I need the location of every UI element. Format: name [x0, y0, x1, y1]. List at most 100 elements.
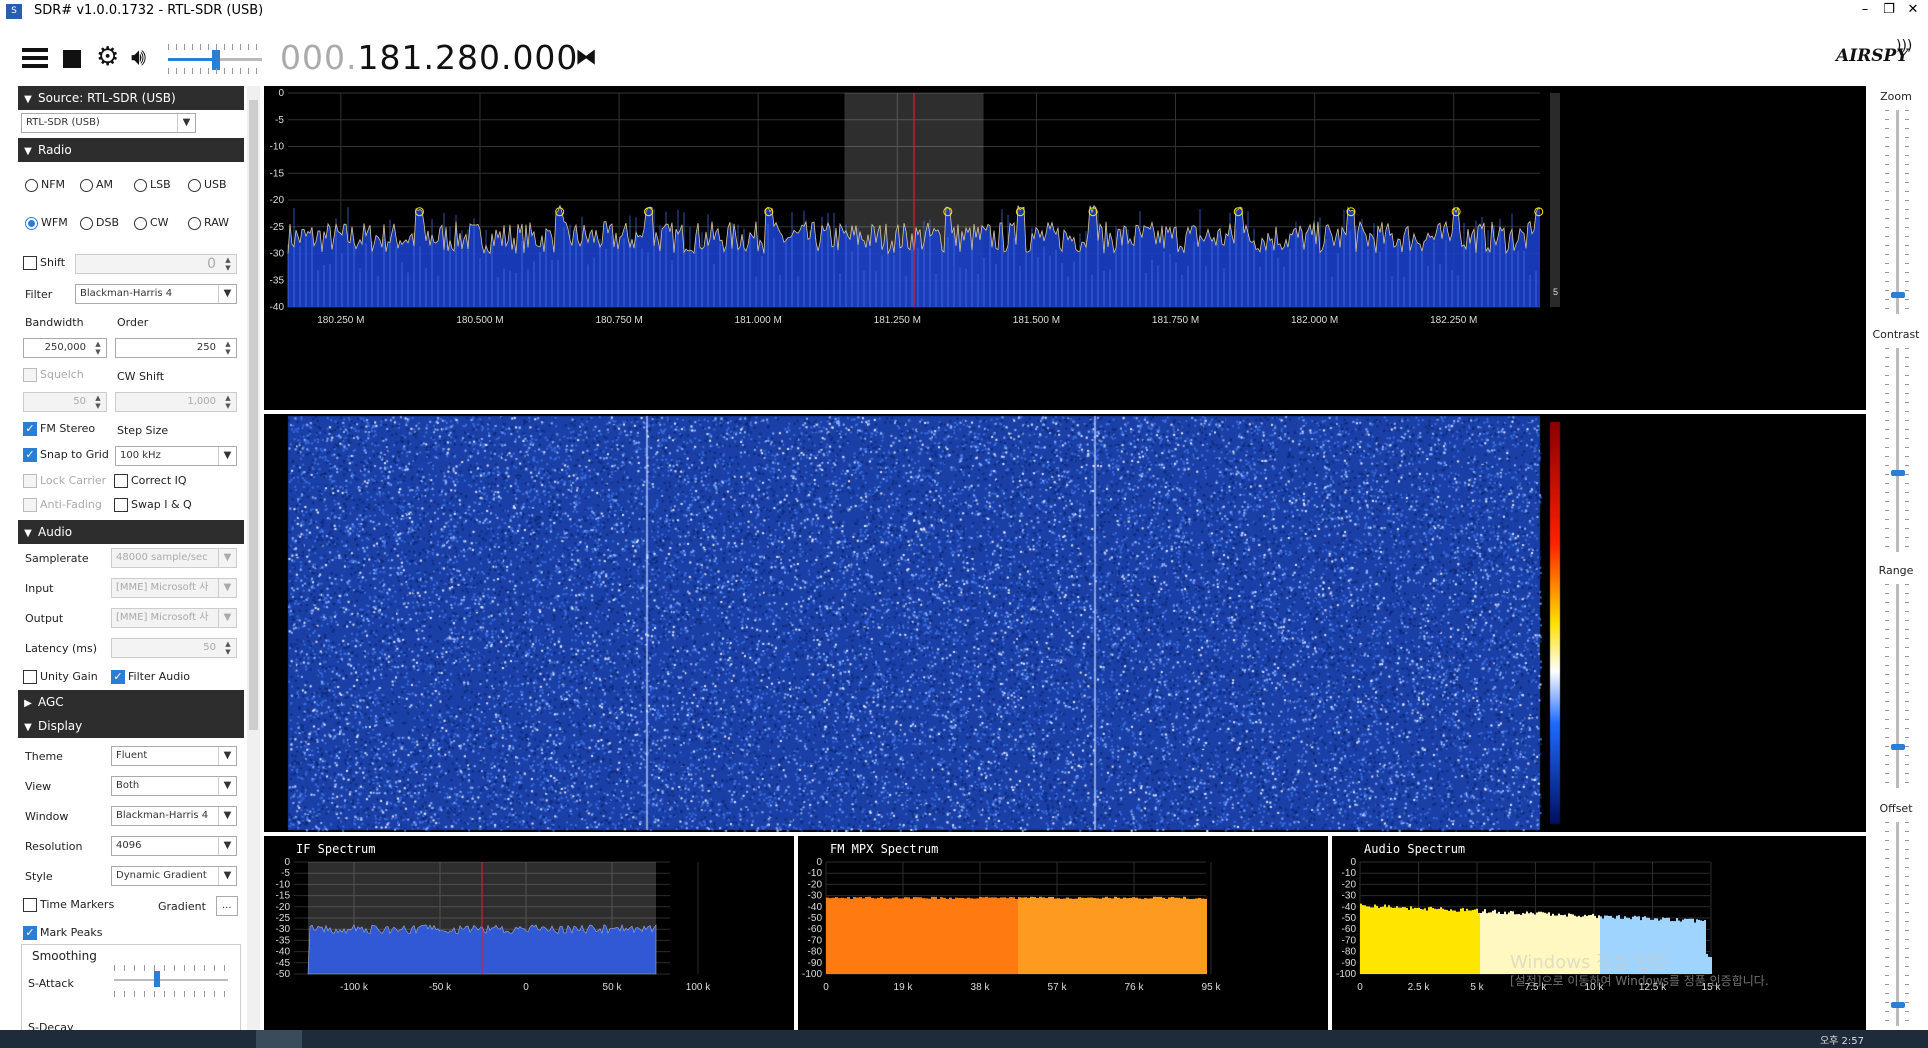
mode-raw[interactable]: RAW [188, 216, 229, 230]
shift-checkbox[interactable]: Shift [23, 256, 65, 270]
tune-to-center-icon[interactable]: ⧓ [575, 46, 597, 70]
s-attack-thumb[interactable] [154, 971, 160, 987]
mode-am[interactable]: AM [80, 178, 113, 192]
theme-select[interactable]: Fluent ▼ [111, 746, 237, 766]
bandwidth-input[interactable]: 250,000 ▲ ▼ [23, 338, 107, 358]
cw-shift-label: CW Shift [117, 370, 165, 383]
window-title: SDR# v1.0.0.1732 - RTL-SDR (USB) [34, 3, 264, 18]
snap-to-grid-checkbox[interactable]: ✓ Snap to Grid [23, 448, 109, 462]
bandwidth-label: Bandwidth [25, 316, 84, 329]
range-thumb[interactable] [1891, 744, 1905, 750]
audio-y-tick: -50 [1342, 913, 1357, 924]
order-input[interactable]: 250 ▲ ▼ [115, 338, 237, 358]
cw-shift-input[interactable]: 1,000 ▲ ▼ [115, 392, 237, 412]
anti-fading-checkbox[interactable]: Anti-Fading [23, 498, 102, 512]
filter-label: Filter [25, 288, 53, 301]
style-select[interactable]: Dynamic Gradient ▼ [111, 866, 237, 886]
stop-icon[interactable] [63, 50, 81, 68]
zoom-thumb[interactable] [1891, 292, 1905, 298]
theme-label: Theme [25, 750, 63, 763]
sidebar-scrollbar-thumb[interactable] [249, 100, 258, 730]
audio-x-tick: 0 [1357, 982, 1363, 993]
spectrum-y-tick: -5 [275, 115, 284, 126]
speaker-icon[interactable]: 🔊︎ [131, 44, 146, 70]
resolution-select[interactable]: 4096 ▼ [111, 836, 237, 856]
audio-y-tick: 0 [1350, 857, 1356, 868]
mark-peaks-checkbox[interactable]: ✓ Mark Peaks [23, 926, 102, 940]
mode-usb[interactable]: USB [188, 178, 227, 192]
swap-iq-checkbox[interactable]: Swap I & Q [114, 498, 192, 512]
latency-input[interactable]: 50 ▲ ▼ [111, 638, 237, 658]
volume-thumb[interactable] [212, 50, 220, 70]
restore-button[interactable]: ❐ [1876, 0, 1902, 22]
range-slider[interactable] [1885, 584, 1909, 788]
offset-thumb[interactable] [1891, 1002, 1905, 1008]
minimize-button[interactable]: – [1852, 0, 1878, 22]
if-spectrum-panel: IF Spectrum 0 -5 -10 -15 -20 -25 -30 -35 -40 -45-… [264, 836, 794, 1030]
mpx-y-tick: 0 [816, 857, 822, 868]
radio-header[interactable]: ▼ Radio [18, 138, 244, 162]
mpx-x-tick: 76 k [1125, 982, 1145, 993]
spectrum-y-tick: -10 [270, 142, 285, 153]
audio-output-select[interactable]: [MME] Microsoft 사 ▼ [111, 608, 237, 628]
agc-header[interactable]: ▶ AGC [18, 690, 244, 714]
squelch-input[interactable]: 50 ▲ ▼ [23, 392, 107, 412]
spectrum-y-tick: -30 [270, 249, 285, 260]
if-y-tick: -45 [276, 958, 291, 969]
waterfall-display[interactable] [264, 414, 1866, 832]
samplerate-select[interactable]: 48000 sample/sec ▼ [111, 548, 237, 568]
if-y-tick: -15 [276, 891, 291, 902]
mpx-y-tick: -70 [808, 935, 823, 946]
filter-audio-checkbox[interactable]: ✓ Filter Audio [111, 670, 190, 684]
squelch-checkbox[interactable]: Squelch [23, 368, 84, 382]
step-size-select[interactable]: 100 kHz ▼ [115, 446, 237, 466]
source-device-select[interactable]: RTL-SDR (USB) ▼ [21, 113, 196, 133]
correct-iq-checkbox[interactable]: Correct IQ [114, 474, 187, 488]
mode-nfm[interactable]: NFM [25, 178, 65, 192]
offset-slider[interactable] [1885, 822, 1909, 1026]
mpx-y-tick: -100 [802, 969, 822, 980]
gear-icon[interactable]: ⚙ [96, 44, 119, 70]
menu-icon[interactable] [22, 48, 48, 70]
title-bar: S SDR# v1.0.0.1732 - RTL-SDR (USB) – ❐ ✕ [0, 0, 1928, 24]
fm-stereo-checkbox[interactable]: ✓ FM Stereo [23, 422, 95, 436]
s-attack-slider[interactable] [114, 979, 228, 981]
contrast-thumb[interactable] [1891, 470, 1905, 476]
audio-x-tick: 5 k [1470, 982, 1484, 993]
mode-dsb[interactable]: DSB [80, 216, 119, 230]
mode-lsb[interactable]: LSB [134, 178, 171, 192]
audio-input-select[interactable]: [MME] Microsoft 사 ▼ [111, 578, 237, 598]
if-x-tick: 0 [523, 982, 529, 993]
unity-gain-checkbox[interactable]: Unity Gain [23, 670, 98, 684]
spectrum-x-tick: 180.250 M [317, 315, 364, 326]
if-y-tick: 0 [284, 857, 290, 868]
view-select[interactable]: Both ▼ [111, 776, 237, 796]
window-select[interactable]: Blackman-Harris 4 ▼ [111, 806, 237, 826]
spectrum-x-tick: 181.250 M [874, 315, 921, 326]
frequency-display[interactable]: 000.181.280.000 [280, 38, 578, 77]
spectrum-y-tick: -25 [270, 222, 285, 233]
sidebar-scrollbar[interactable] [247, 86, 260, 1030]
zoom-slider[interactable] [1885, 110, 1909, 314]
mode-wfm[interactable]: WFM [25, 216, 68, 230]
shift-input[interactable]: 0 ▲ ▼ [75, 254, 237, 274]
contrast-slider[interactable] [1885, 348, 1909, 552]
spectrum-analyzer[interactable]: 0 -5 -10 -15 -20 -25 -30 -35 -40 180.250 M 180.500… [264, 86, 1866, 410]
spectrum-x-tick: 181.000 M [735, 315, 782, 326]
if-y-tick: -50 [276, 969, 291, 980]
volume-slider[interactable] [168, 44, 262, 74]
time-markers-checkbox[interactable]: Time Markers [23, 898, 114, 912]
display-header[interactable]: ▼ Display [18, 714, 244, 738]
mode-cw[interactable]: CW [134, 216, 169, 230]
filter-select[interactable]: Blackman-Harris 4 ▼ [75, 284, 237, 304]
audio-header[interactable]: ▼ Audio [18, 520, 244, 544]
if-y-tick: -20 [276, 902, 291, 913]
lock-carrier-checkbox[interactable]: Lock Carrier [23, 474, 106, 488]
gradient-button[interactable]: ... [216, 896, 238, 916]
spectrum-y-tick: -15 [270, 168, 285, 179]
source-header[interactable]: ▼ Source: RTL-SDR (USB) [18, 86, 244, 110]
taskbar-app[interactable] [256, 1030, 302, 1048]
close-button[interactable]: ✕ [1900, 0, 1926, 22]
spectrum-y-tick: -40 [270, 302, 285, 313]
fm-mpx-spectrum-panel: FM MPX Spectrum 0 -10 -20 -30 -40 -50 -60 -70 -8… [798, 836, 1328, 1030]
